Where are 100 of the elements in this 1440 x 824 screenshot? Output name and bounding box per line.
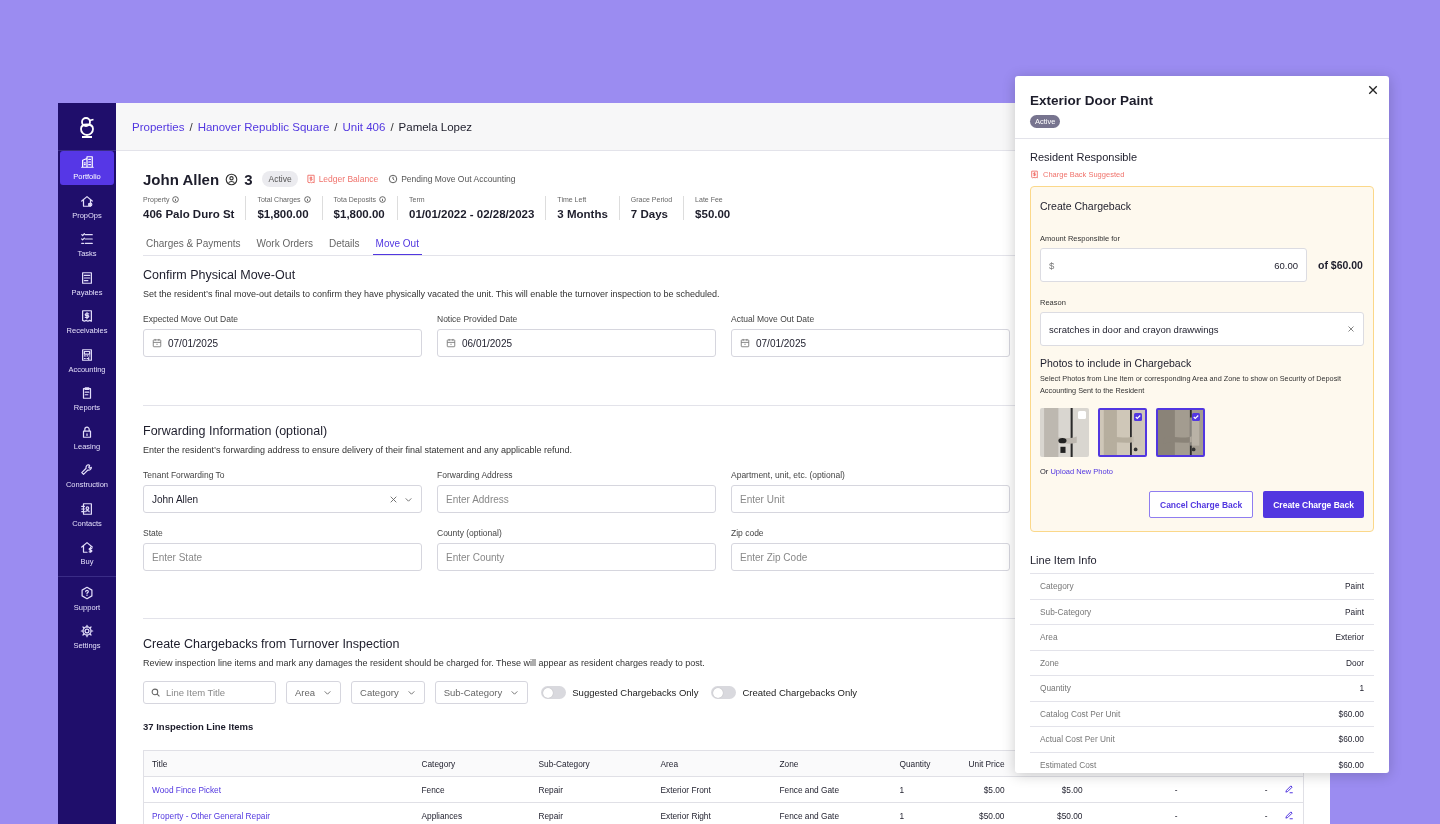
column-header: Unit Price bbox=[968, 758, 1005, 769]
clear-icon[interactable] bbox=[389, 494, 398, 504]
wrench-icon bbox=[80, 463, 94, 477]
line-item-count: 37 Inspection Line Items bbox=[143, 721, 254, 732]
tab[interactable]: Work Orders bbox=[253, 234, 316, 255]
chevron-down-icon bbox=[406, 688, 416, 697]
info-value: 1 bbox=[1359, 683, 1364, 694]
info-icon[interactable] bbox=[303, 196, 311, 203]
info-icon[interactable] bbox=[172, 196, 180, 203]
contact-book-icon bbox=[80, 501, 94, 516]
filter-dropdown[interactable]: Sub-Category bbox=[434, 681, 529, 704]
calendar-icon bbox=[740, 338, 750, 348]
table-cell: $50.00 bbox=[1057, 810, 1083, 821]
resident-name: John Allen bbox=[143, 170, 220, 188]
photos-title: Photos to include in Chargeback bbox=[1040, 357, 1193, 369]
photo-checkbox[interactable] bbox=[1192, 413, 1200, 421]
info-value: $60.00 bbox=[1338, 734, 1364, 745]
lock-icon bbox=[80, 424, 94, 439]
toggle-switch[interactable] bbox=[541, 686, 567, 699]
info-value: Door bbox=[1346, 657, 1364, 668]
info-value: $60.00 bbox=[1338, 759, 1364, 770]
calendar-icon bbox=[152, 338, 162, 348]
tab[interactable]: Details bbox=[326, 234, 363, 255]
field-label: Tenant Forwarding To bbox=[143, 470, 226, 480]
input-field[interactable]: Enter Address bbox=[437, 485, 716, 513]
close-button[interactable] bbox=[1367, 84, 1379, 96]
breadcrumb-link[interactable]: Unit 406 bbox=[342, 120, 386, 133]
info-value: $60.00 bbox=[1338, 708, 1364, 719]
section-title: Line Item Info bbox=[1030, 554, 1098, 566]
input-field[interactable]: Enter Unit bbox=[731, 485, 1010, 513]
table-cell: Repair bbox=[538, 784, 563, 795]
logo-icon bbox=[78, 114, 96, 139]
field-label: County (optional) bbox=[437, 528, 503, 538]
info-label: Sub-Category bbox=[1040, 606, 1092, 617]
table-cell: Fence and Gate bbox=[779, 810, 839, 821]
stat-value: $1,800.00 bbox=[333, 208, 386, 220]
calculator-icon bbox=[80, 347, 94, 362]
table-cell: Fence bbox=[421, 784, 445, 795]
info-label: Category bbox=[1040, 581, 1074, 592]
settings-icon bbox=[80, 624, 94, 638]
create-button[interactable]: Create Charge Back bbox=[1263, 491, 1364, 518]
calendar-icon bbox=[446, 338, 456, 348]
field-label: State bbox=[143, 528, 164, 538]
search-field[interactable]: Line Item Title bbox=[143, 681, 276, 704]
column-header: Sub-Category bbox=[538, 758, 590, 769]
field-label: Expected Move Out Date bbox=[143, 314, 239, 324]
breadcrumb-separator: / bbox=[189, 120, 193, 133]
clock-icon bbox=[388, 174, 399, 184]
line-item-link[interactable]: Property - Other General Repair bbox=[152, 810, 271, 821]
pencil-icon[interactable] bbox=[1283, 809, 1294, 820]
breadcrumb-link[interactable]: Hanover Republic Square bbox=[197, 120, 330, 133]
input-field[interactable]: Enter Zip Code bbox=[731, 543, 1010, 571]
photo-checkbox[interactable] bbox=[1078, 411, 1086, 419]
date-field[interactable]: 07/01/2025 bbox=[731, 329, 1010, 357]
pencil-icon[interactable] bbox=[1283, 783, 1294, 794]
section-description: Enter the resident’s forwarding address to ensure delivery of their final statement and any applicable refund. bbox=[143, 445, 573, 455]
section-title: Confirm Physical Move-Out bbox=[143, 268, 296, 282]
person-icon bbox=[225, 172, 239, 186]
section-title: Forwarding Information (optional) bbox=[143, 424, 328, 438]
reason-field[interactable]: scratches in door and crayon drawwings bbox=[1040, 312, 1364, 346]
chevron-down-icon bbox=[510, 688, 520, 697]
table-cell: - bbox=[1174, 810, 1178, 821]
toggle-switch[interactable] bbox=[711, 686, 737, 699]
input-field[interactable]: Enter State bbox=[143, 543, 422, 571]
field-label: Forwarding Address bbox=[437, 470, 514, 480]
search-icon bbox=[151, 688, 160, 697]
input-field[interactable]: Enter County bbox=[437, 543, 716, 571]
line-item-link[interactable]: Wood Fince Picket bbox=[152, 784, 222, 795]
column-header: Title bbox=[152, 758, 168, 769]
breadcrumb-link[interactable]: Properties bbox=[132, 120, 185, 133]
tab[interactable]: Charges & Payments bbox=[143, 234, 244, 255]
close-icon bbox=[1367, 84, 1379, 96]
info-label: Estimated Cost bbox=[1040, 759, 1097, 770]
table-cell: - bbox=[1174, 784, 1178, 795]
house-dollar-icon bbox=[80, 540, 94, 554]
table-cell: - bbox=[1264, 784, 1268, 795]
status-badge: Active bbox=[262, 171, 298, 187]
date-field[interactable]: 06/01/2025 bbox=[437, 329, 716, 357]
table-cell: $5.00 bbox=[1061, 784, 1083, 795]
clear-icon[interactable] bbox=[1347, 325, 1355, 333]
info-icon[interactable] bbox=[379, 196, 386, 203]
amount-field[interactable]: $ 60.00 bbox=[1040, 248, 1307, 282]
filter-dropdown[interactable]: Category bbox=[351, 681, 425, 704]
select-field[interactable]: John Allen bbox=[143, 485, 422, 513]
field-label: Notice Provided Date bbox=[437, 314, 519, 324]
receipt-icon bbox=[80, 309, 94, 323]
table-cell: Fence and Gate bbox=[779, 784, 839, 795]
photo-checkbox[interactable] bbox=[1134, 413, 1142, 421]
table-cell: 1 bbox=[899, 810, 905, 821]
breadcrumb-separator: / bbox=[390, 120, 394, 133]
tab[interactable]: Move Out bbox=[372, 234, 422, 255]
info-label: Actual Cost Per Unit bbox=[1040, 734, 1115, 745]
section-title: Create Chargebacks from Turnover Inspection bbox=[143, 637, 400, 651]
info-value: Exterior bbox=[1335, 632, 1364, 643]
cancel-button[interactable]: Cancel Charge Back bbox=[1149, 491, 1254, 518]
date-field[interactable]: 07/01/2025 bbox=[143, 329, 422, 357]
document-icon bbox=[80, 270, 94, 285]
filter-dropdown[interactable]: Area bbox=[286, 681, 342, 704]
field-label: Actual Move Out Date bbox=[731, 314, 816, 324]
receipt-icon bbox=[1030, 170, 1039, 179]
